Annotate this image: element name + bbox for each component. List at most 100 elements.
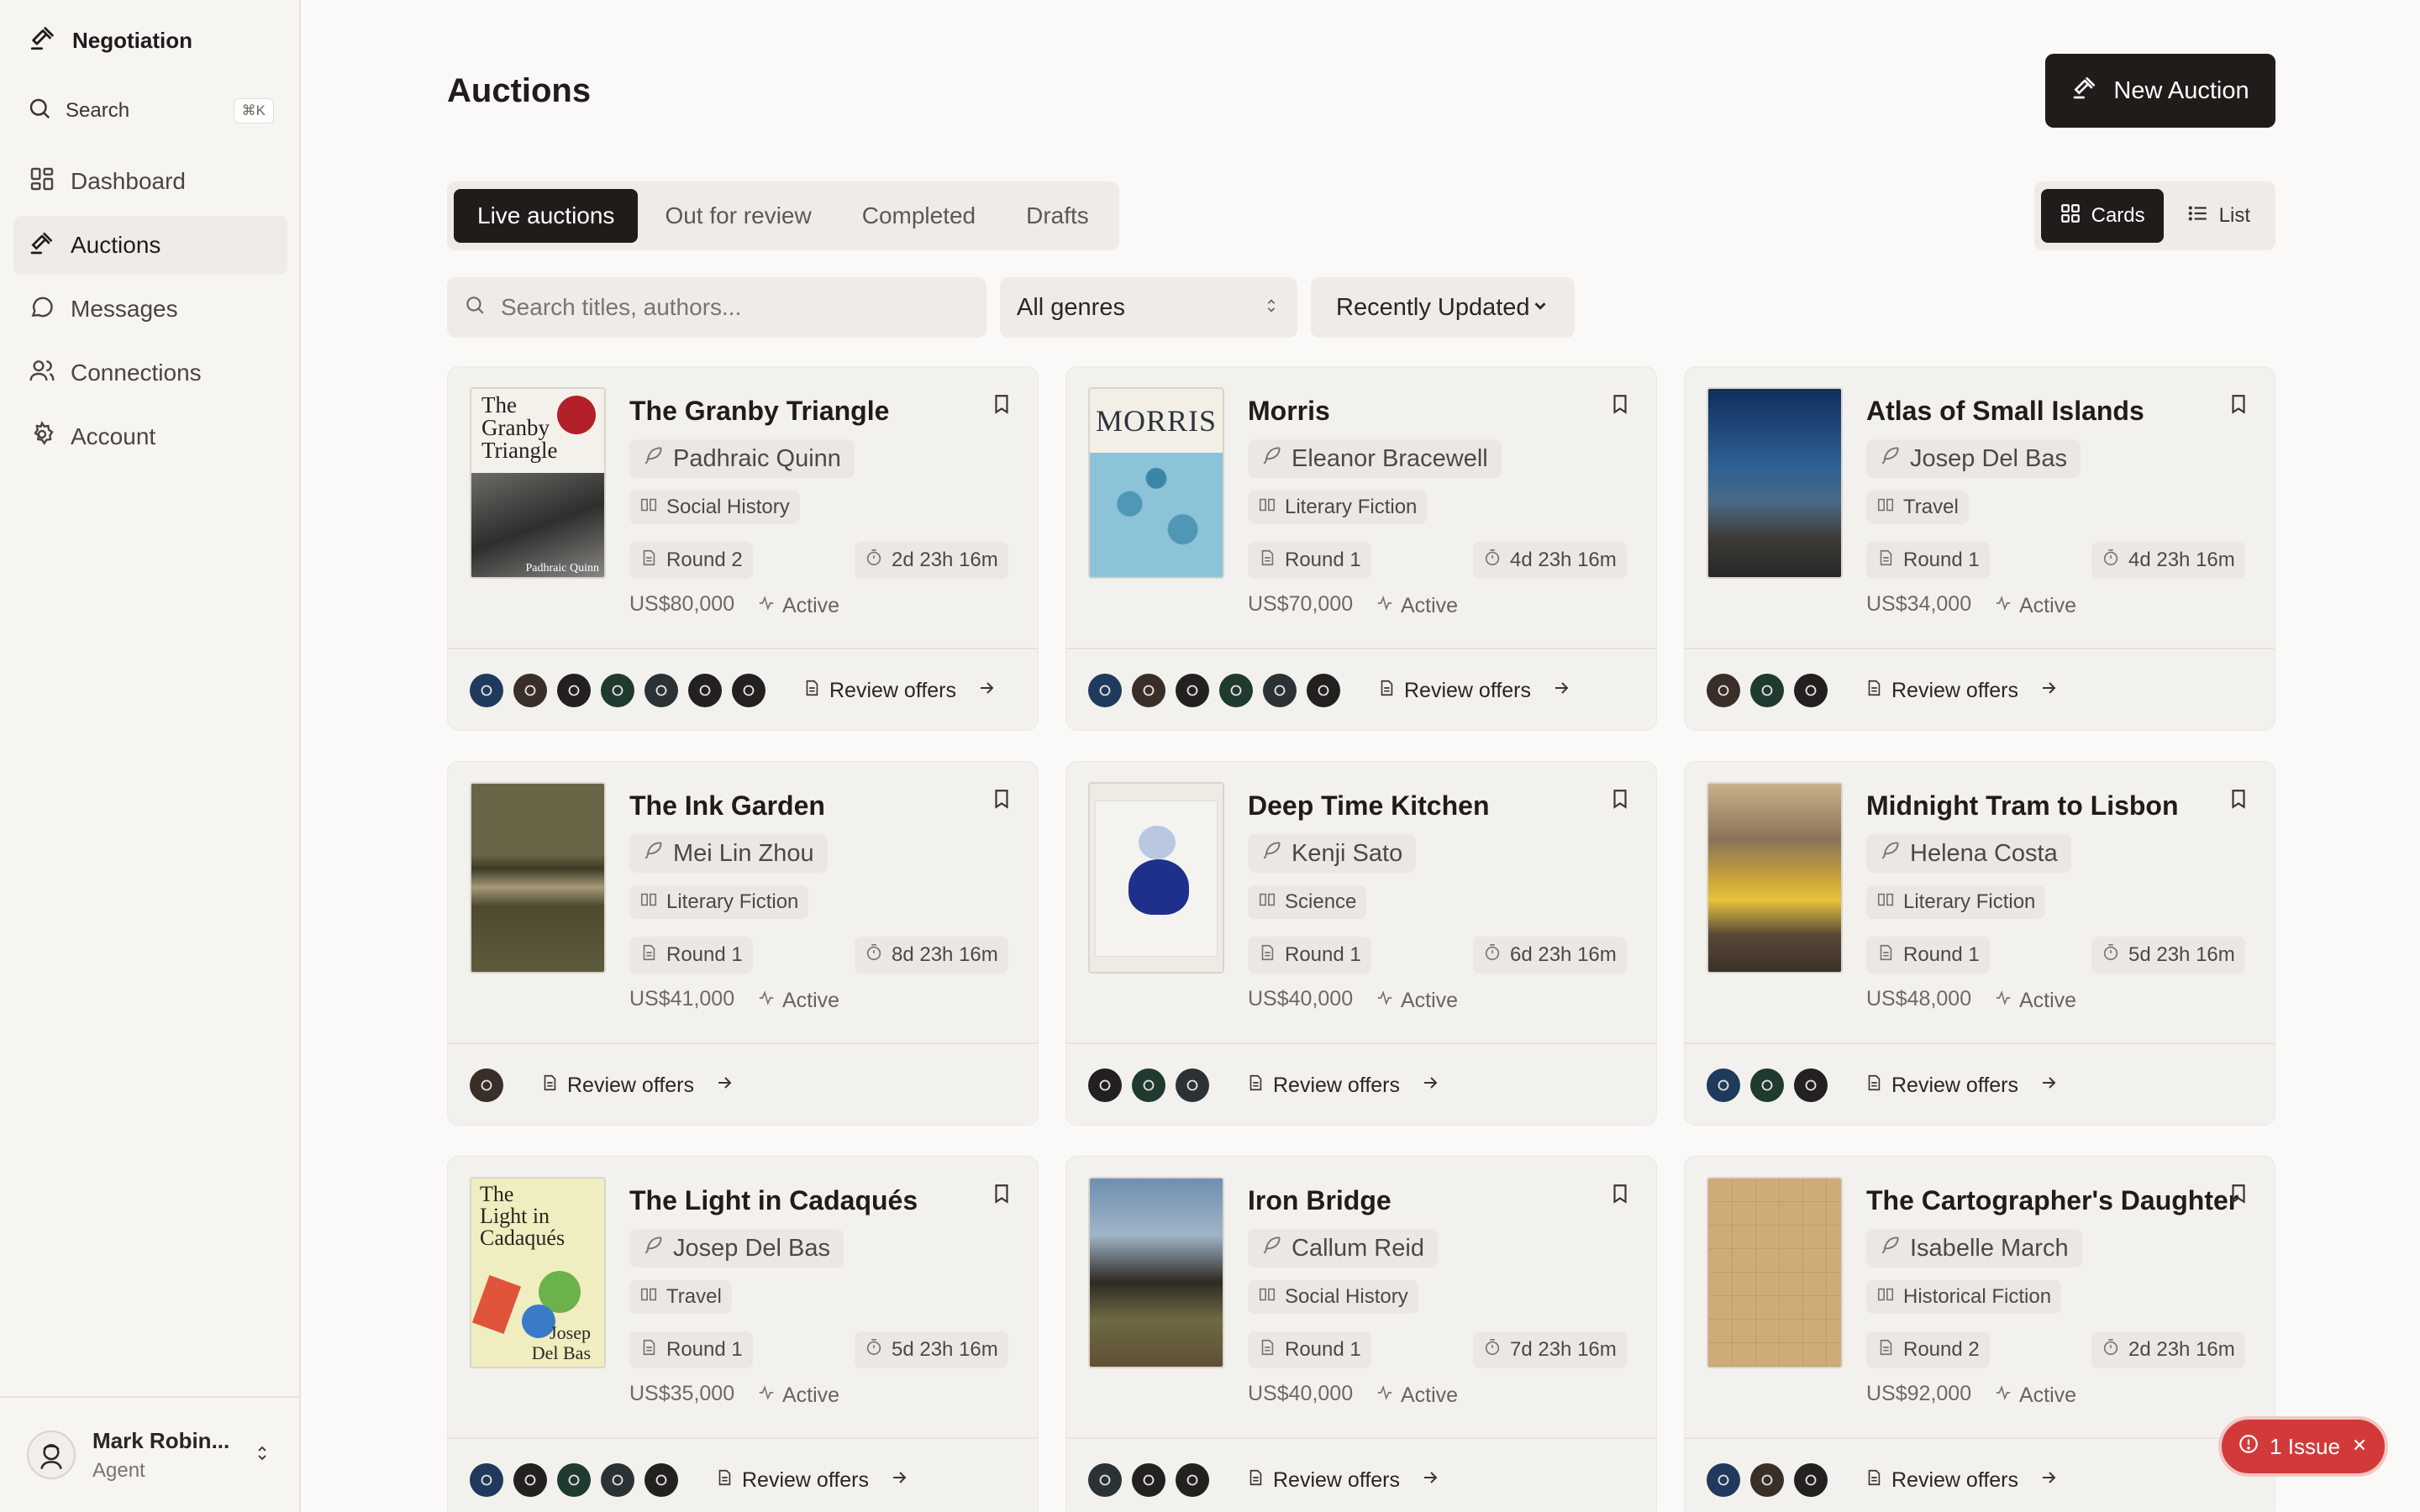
- bookmark-icon[interactable]: [1609, 787, 1631, 815]
- bidder-avatar[interactable]: [1263, 674, 1297, 707]
- auction-card[interactable]: Midnight Tram to Lisbon Helena Costa Lit…: [1684, 761, 2275, 1126]
- auction-card[interactable]: The Ink Garden Mei Lin Zhou Literary Fic…: [447, 761, 1039, 1126]
- bidder-avatar[interactable]: [601, 674, 634, 707]
- tab-live-auctions[interactable]: Live auctions: [454, 189, 639, 243]
- bidder-avatar[interactable]: [1132, 674, 1165, 707]
- book-cover[interactable]: [1088, 782, 1224, 974]
- book-title[interactable]: The Light in Cadaqués: [629, 1185, 918, 1216]
- book-title[interactable]: Morris: [1248, 396, 1330, 427]
- bidder-avatar[interactable]: [1176, 1463, 1209, 1497]
- close-icon[interactable]: [2350, 1434, 2369, 1460]
- auction-card[interactable]: The Light in Cadaqués Josep Del Bas The …: [447, 1156, 1039, 1512]
- bookmark-icon[interactable]: [2228, 392, 2249, 420]
- bidder-avatar[interactable]: [1750, 1068, 1784, 1102]
- bidder-avatar[interactable]: [1707, 1068, 1740, 1102]
- review-offers-button[interactable]: Review offers: [787, 678, 1012, 704]
- new-auction-label: New Auction: [2113, 76, 2249, 104]
- review-offers-button[interactable]: Review offers: [700, 1467, 924, 1494]
- new-auction-button[interactable]: New Auction: [2045, 54, 2275, 128]
- bidder-avatar[interactable]: [557, 674, 591, 707]
- bidder-avatar[interactable]: [1794, 674, 1828, 707]
- tab-completed[interactable]: Completed: [839, 189, 999, 243]
- book-cover[interactable]: The Granby Triangle Padhraic Quinn: [470, 387, 606, 579]
- bidder-avatar[interactable]: [732, 674, 765, 707]
- book-cover[interactable]: [470, 782, 606, 974]
- sidebar-search[interactable]: Search ⌘K: [13, 84, 287, 138]
- book-title[interactable]: The Granby Triangle: [629, 396, 889, 427]
- bidder-avatar[interactable]: [513, 674, 547, 707]
- book-title[interactable]: The Ink Garden: [629, 790, 825, 822]
- sidebar-item-connections[interactable]: Connections: [13, 344, 287, 402]
- bidder-avatar[interactable]: [1750, 674, 1784, 707]
- auction-card[interactable]: Iron Bridge Callum Reid Social History R…: [1065, 1156, 1657, 1512]
- bidder-avatar[interactable]: [1794, 1068, 1828, 1102]
- bidder-avatar[interactable]: [513, 1463, 547, 1497]
- book-title[interactable]: The Cartographer's Daughter: [1866, 1185, 2238, 1216]
- review-offers-button[interactable]: Review offers: [1362, 678, 1586, 704]
- genre-select[interactable]: All genres: [1000, 277, 1297, 338]
- bookmark-icon[interactable]: [1609, 392, 1631, 420]
- auction-card[interactable]: MORRIS Morris Eleanor Bracewell Literary…: [1065, 366, 1657, 731]
- book-cover[interactable]: [1707, 782, 1843, 974]
- review-offers-button[interactable]: Review offers: [525, 1073, 750, 1099]
- bidder-avatar[interactable]: [1088, 1068, 1122, 1102]
- book-title[interactable]: Iron Bridge: [1248, 1185, 1392, 1216]
- bidder-avatar[interactable]: [1219, 674, 1253, 707]
- bookmark-icon[interactable]: [991, 787, 1013, 815]
- sidebar-item-auctions[interactable]: Auctions: [13, 216, 287, 275]
- bidder-avatar[interactable]: [470, 674, 503, 707]
- book-title[interactable]: Atlas of Small Islands: [1866, 396, 2144, 427]
- sort-select[interactable]: Recently Updated: [1311, 277, 1575, 338]
- bookmark-icon[interactable]: [991, 392, 1013, 420]
- search-input[interactable]: Search titles, authors...: [447, 277, 986, 338]
- bidder-avatar[interactable]: [1132, 1463, 1165, 1497]
- bidder-avatar[interactable]: [470, 1463, 503, 1497]
- bookmark-icon[interactable]: [1609, 1182, 1631, 1210]
- bidder-avatar[interactable]: [1176, 1068, 1209, 1102]
- bidder-avatar[interactable]: [1176, 674, 1209, 707]
- bidder-avatar[interactable]: [1707, 1463, 1740, 1497]
- auction-card[interactable]: Atlas of Small Islands Josep Del Bas Tra…: [1684, 366, 2275, 731]
- book-cover[interactable]: [1707, 387, 1843, 579]
- review-offers-button[interactable]: Review offers: [1849, 1073, 2074, 1099]
- cards-view-button[interactable]: Cards: [2040, 189, 2164, 243]
- bidder-avatar[interactable]: [644, 1463, 678, 1497]
- bidder-avatar[interactable]: [470, 1068, 503, 1102]
- bookmark-icon[interactable]: [991, 1182, 1013, 1210]
- bookmark-icon[interactable]: [2228, 1182, 2249, 1210]
- bidder-avatar[interactable]: [688, 674, 722, 707]
- book-cover[interactable]: MORRIS: [1088, 387, 1224, 579]
- tab-drafts[interactable]: Drafts: [1002, 189, 1113, 243]
- book-cover[interactable]: [1707, 1177, 1843, 1368]
- bidder-avatar[interactable]: [1088, 674, 1122, 707]
- bidder-avatar[interactable]: [601, 1463, 634, 1497]
- bidder-avatar[interactable]: [557, 1463, 591, 1497]
- bidder-avatar[interactable]: [1750, 1463, 1784, 1497]
- brand[interactable]: Negotiation: [29, 24, 192, 58]
- review-offers-button[interactable]: Review offers: [1231, 1467, 1455, 1494]
- review-offers-button[interactable]: Review offers: [1849, 1467, 2074, 1494]
- bookmark-icon[interactable]: [2228, 787, 2249, 815]
- auction-card[interactable]: The Cartographer's Daughter Isabelle Mar…: [1684, 1156, 2275, 1512]
- book-title[interactable]: Midnight Tram to Lisbon: [1866, 790, 2179, 822]
- user-menu[interactable]: Mark Robin... Agent: [0, 1396, 299, 1512]
- bidder-avatar[interactable]: [1088, 1463, 1122, 1497]
- bidder-avatar[interactable]: [1307, 674, 1340, 707]
- bidder-avatar[interactable]: [644, 674, 678, 707]
- book-cover[interactable]: The Light in Cadaqués Josep Del Bas: [470, 1177, 606, 1368]
- auction-card[interactable]: Deep Time Kitchen Kenji Sato Science Rou…: [1065, 761, 1657, 1126]
- auction-card[interactable]: The Granby Triangle Padhraic Quinn The G…: [447, 366, 1039, 731]
- bidder-avatar[interactable]: [1707, 674, 1740, 707]
- list-view-button[interactable]: List: [2169, 189, 2269, 243]
- bidder-avatar[interactable]: [1794, 1463, 1828, 1497]
- sidebar-item-messages[interactable]: Messages: [13, 280, 287, 339]
- sidebar-item-account[interactable]: Account: [13, 407, 287, 466]
- tab-out-for-review[interactable]: Out for review: [641, 189, 834, 243]
- sidebar-item-dashboard[interactable]: Dashboard: [13, 152, 287, 211]
- review-offers-button[interactable]: Review offers: [1849, 678, 2074, 704]
- review-offers-button[interactable]: Review offers: [1231, 1073, 1455, 1099]
- book-cover[interactable]: [1088, 1177, 1224, 1368]
- issue-badge[interactable]: 1 Issue: [2218, 1416, 2388, 1477]
- book-title[interactable]: Deep Time Kitchen: [1248, 790, 1489, 822]
- bidder-avatar[interactable]: [1132, 1068, 1165, 1102]
